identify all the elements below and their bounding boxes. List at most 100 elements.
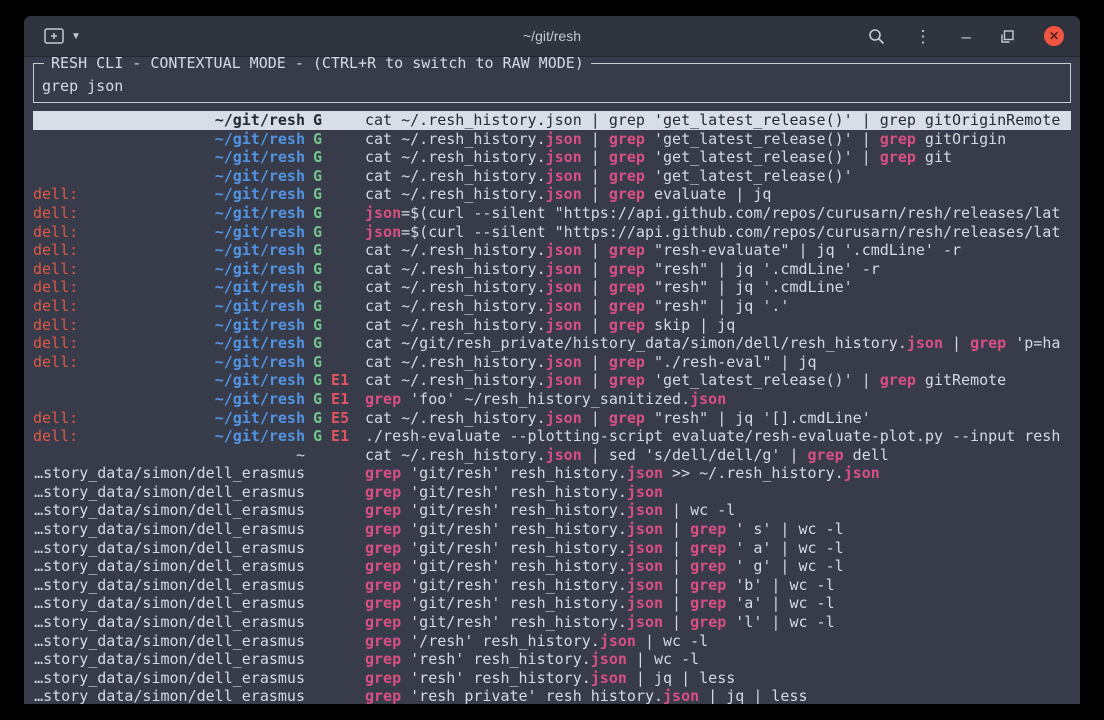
flag-e1: E1 bbox=[322, 371, 349, 389]
history-row[interactable]: dell: ~/git/resh G cat ~/.resh_history.j… bbox=[33, 278, 1071, 297]
path-label: ~/git/resh bbox=[215, 204, 305, 223]
history-row[interactable]: ~/git/resh G cat ~/.resh_history.json | … bbox=[33, 167, 1071, 186]
host-label: dell: bbox=[33, 353, 78, 372]
history-row[interactable]: dell: ~/git/resh G cat ~/.resh_history.j… bbox=[33, 316, 1071, 335]
minimize-button[interactable]: – bbox=[962, 28, 971, 45]
command-text: cat ~/.resh_history.json | grep 'get_lat… bbox=[365, 167, 1071, 186]
history-row[interactable]: dell: ~/git/resh G cat ~/git/resh_privat… bbox=[33, 334, 1071, 353]
command-text: cat ~/.resh_history.json | grep "resh" |… bbox=[365, 409, 1071, 428]
row-left: dell: ~/git/resh bbox=[33, 185, 305, 204]
history-row[interactable]: …story_data/simon/dell_erasmus grep 'git… bbox=[33, 557, 1071, 576]
match-highlight: grep bbox=[609, 353, 645, 371]
history-row[interactable]: …story_data/simon/dell_erasmus grep 'git… bbox=[33, 520, 1071, 539]
match-highlight: grep bbox=[365, 613, 401, 631]
match-highlight: grep bbox=[365, 483, 401, 501]
host-label: dell: bbox=[33, 223, 78, 242]
history-row[interactable]: ~/git/resh G cat ~/.resh_history.json | … bbox=[33, 148, 1071, 167]
match-highlight: json bbox=[627, 613, 663, 631]
new-tab-button[interactable] bbox=[44, 28, 64, 44]
row-left: …story_data/simon/dell_erasmus bbox=[33, 650, 305, 669]
row-left: dell: ~/git/resh bbox=[33, 409, 305, 428]
path-label: ~/git/resh bbox=[215, 409, 305, 428]
flag-g: G bbox=[313, 148, 322, 166]
row-left: dell: ~/git/resh bbox=[33, 241, 305, 260]
match-highlight: json bbox=[627, 539, 663, 557]
history-row[interactable]: …story_data/simon/dell_erasmus grep 'git… bbox=[33, 539, 1071, 558]
history-row[interactable]: ~/git/resh G cat ~/.resh_history.json | … bbox=[33, 130, 1071, 149]
restore-icon bbox=[1001, 30, 1014, 43]
command-text: cat ~/.resh_history.json | grep evaluate… bbox=[365, 185, 1071, 204]
match-highlight: json bbox=[546, 446, 582, 464]
history-row[interactable]: …story_data/simon/dell_erasmus grep 'git… bbox=[33, 613, 1071, 632]
history-row[interactable]: dell: ~/git/resh G E5 cat ~/.resh_histor… bbox=[33, 409, 1071, 428]
match-highlight: grep bbox=[880, 148, 916, 166]
panel-title: RESH CLI - CONTEXTUAL MODE - (CTRL+R to … bbox=[44, 57, 591, 73]
flag-g: G bbox=[313, 353, 322, 371]
path-label: …story_data/simon/dell_erasmus bbox=[34, 520, 305, 539]
command-text: cat ~/.resh_history.json | grep "resh" |… bbox=[365, 297, 1071, 316]
history-row[interactable]: …story_data/simon/dell_erasmus grep 'git… bbox=[33, 464, 1071, 483]
flags bbox=[305, 632, 365, 651]
match-highlight: json bbox=[546, 371, 582, 389]
flags: G E1 bbox=[305, 390, 365, 409]
history-row[interactable]: dell: ~/git/resh G cat ~/.resh_history.j… bbox=[33, 185, 1071, 204]
flag-e5: E5 bbox=[322, 409, 349, 427]
history-row[interactable]: …story_data/simon/dell_erasmus grep 'res… bbox=[33, 650, 1071, 669]
flags: G bbox=[305, 167, 365, 186]
path-label: …story_data/simon/dell_erasmus bbox=[34, 557, 305, 576]
profile-dropdown-button[interactable]: ▼ bbox=[71, 31, 81, 42]
history-row[interactable]: ~/git/resh G E1 cat ~/.resh_history.json… bbox=[33, 371, 1071, 390]
history-row[interactable]: dell: ~/git/resh G cat ~/.resh_history.j… bbox=[33, 241, 1071, 260]
path-label: …story_data/simon/dell_erasmus bbox=[34, 501, 305, 520]
history-row[interactable]: dell: ~/git/resh G cat ~/.resh_history.j… bbox=[33, 260, 1071, 279]
history-row[interactable]: dell: ~/git/resh G cat ~/.resh_history.j… bbox=[33, 297, 1071, 316]
history-row[interactable]: …story_data/simon/dell_erasmus grep 'res… bbox=[33, 669, 1071, 688]
history-row[interactable]: dell: ~/git/resh G E1 ./resh-evaluate --… bbox=[33, 427, 1071, 446]
flags bbox=[305, 687, 365, 704]
history-row[interactable]: …story_data/simon/dell_erasmus grep 'res… bbox=[33, 687, 1071, 704]
minimize-icon: – bbox=[962, 28, 971, 45]
flag-g: G bbox=[313, 427, 322, 445]
row-left: …story_data/simon/dell_erasmus bbox=[33, 483, 305, 502]
history-row[interactable]: ~/git/resh G cat ~/.resh_history.json | … bbox=[33, 111, 1071, 130]
match-highlight: grep bbox=[609, 241, 645, 259]
restore-button[interactable] bbox=[1001, 30, 1014, 43]
history-row[interactable]: dell: ~/git/resh G json=$(curl --silent … bbox=[33, 204, 1071, 223]
history-row[interactable]: …story_data/simon/dell_erasmus grep 'git… bbox=[33, 501, 1071, 520]
history-row[interactable]: …story_data/simon/dell_erasmus grep 'git… bbox=[33, 594, 1071, 613]
history-row[interactable]: …story_data/simon/dell_erasmus grep 'git… bbox=[33, 483, 1071, 502]
match-highlight: grep bbox=[365, 594, 401, 612]
match-highlight: json bbox=[591, 650, 627, 668]
match-highlight: json bbox=[627, 520, 663, 538]
flag-g: G bbox=[313, 278, 322, 296]
history-row[interactable]: …story_data/simon/dell_erasmus grep 'git… bbox=[33, 576, 1071, 595]
row-left: …story_data/simon/dell_erasmus bbox=[33, 576, 305, 595]
close-button[interactable]: ✕ bbox=[1044, 26, 1064, 46]
flags: G bbox=[305, 130, 365, 149]
history-row[interactable]: ~ cat ~/.resh_history.json | sed 's/dell… bbox=[33, 446, 1071, 465]
history-row[interactable]: …story_data/simon/dell_erasmus grep '/re… bbox=[33, 632, 1071, 651]
match-highlight: json bbox=[546, 278, 582, 296]
history-row[interactable]: ~/git/resh G E1 grep 'foo' ~/resh_histor… bbox=[33, 390, 1071, 409]
match-highlight: json bbox=[365, 204, 401, 222]
command-text: json=$(curl --silent "https://api.github… bbox=[365, 223, 1071, 242]
search-icon bbox=[868, 28, 885, 45]
menu-button[interactable]: ⋮ bbox=[915, 28, 932, 45]
flag-g: G bbox=[313, 111, 322, 129]
path-label: ~/git/resh bbox=[215, 241, 305, 260]
match-highlight: grep bbox=[690, 576, 726, 594]
history-row[interactable]: dell: ~/git/resh G json=$(curl --silent … bbox=[33, 223, 1071, 242]
history-row[interactable]: dell: ~/git/resh G cat ~/.resh_history.j… bbox=[33, 353, 1071, 372]
flags: G bbox=[305, 185, 365, 204]
match-highlight: grep bbox=[609, 148, 645, 166]
flag-g: G bbox=[313, 409, 322, 427]
flags bbox=[305, 520, 365, 539]
flags bbox=[305, 576, 365, 595]
row-left: …story_data/simon/dell_erasmus bbox=[33, 632, 305, 651]
terminal-content: RESH CLI - CONTEXTUAL MODE - (CTRL+R to … bbox=[24, 57, 1080, 704]
row-left: ~/git/resh bbox=[33, 130, 305, 149]
search-button[interactable] bbox=[868, 28, 885, 45]
match-highlight: grep bbox=[365, 557, 401, 575]
match-highlight: json bbox=[627, 483, 663, 501]
match-highlight: grep bbox=[609, 409, 645, 427]
